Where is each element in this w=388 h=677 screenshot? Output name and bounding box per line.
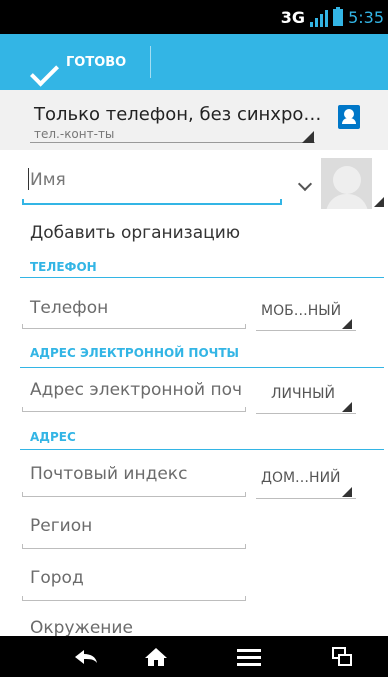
- email-input[interactable]: Адрес электронной поч: [30, 380, 242, 400]
- neighborhood-input[interactable]: Окружение: [30, 618, 133, 636]
- section-address-divider: [20, 449, 384, 450]
- name-underline: [22, 199, 282, 205]
- account-title: Только телефон, без синхро…: [34, 104, 322, 125]
- account-selector[interactable]: Только телефон, без синхро… тел.-конт-ты: [0, 90, 388, 150]
- account-subtitle: тел.-конт-ты: [34, 127, 115, 141]
- expand-name-chevron-down-icon[interactable]: [297, 176, 313, 192]
- phone-underline: [22, 324, 246, 329]
- region-input[interactable]: Регион: [30, 516, 92, 536]
- person-placeholder-icon: [333, 166, 361, 194]
- text-cursor: [28, 168, 29, 190]
- check-icon: [24, 50, 56, 74]
- back-icon: [75, 649, 97, 664]
- email-underline: [22, 407, 246, 412]
- address-type-select[interactable]: ДОМ…НИЙ: [261, 470, 341, 486]
- phone-input[interactable]: Телефон: [30, 298, 108, 318]
- done-button[interactable]: ГОТОВО: [0, 34, 152, 90]
- phone-type-underline: [256, 330, 356, 331]
- menu-icon: [237, 648, 261, 666]
- status-bar: 3G 5:35: [0, 0, 388, 34]
- spinner-corner-icon: [342, 319, 352, 329]
- contact-book-icon: [338, 105, 360, 129]
- home-button[interactable]: [126, 636, 186, 677]
- recent-apps-icon: [332, 646, 352, 666]
- action-bar: ГОТОВО: [0, 34, 388, 90]
- city-input[interactable]: Город: [30, 568, 84, 588]
- spinner-corner-icon: [342, 402, 352, 412]
- contact-photo-button[interactable]: [321, 158, 372, 209]
- add-organization-button[interactable]: Добавить организацию: [30, 223, 240, 243]
- address-type-underline: [256, 498, 356, 499]
- region-underline: [22, 544, 246, 549]
- signal-icon: [310, 9, 329, 27]
- menu-button[interactable]: [219, 636, 279, 677]
- phone-type-select[interactable]: МОБ…НЫЙ: [261, 303, 341, 319]
- back-button[interactable]: [56, 636, 116, 677]
- name-input[interactable]: Имя: [30, 170, 66, 190]
- photo-corner-icon: [374, 197, 384, 207]
- contact-editor: Только телефон, без синхро… тел.-конт-ты…: [0, 90, 388, 636]
- account-underline: [30, 142, 315, 143]
- section-email: АДРЕС ЭЛЕКТРОННОЙ ПОЧТЫ: [30, 346, 239, 360]
- navigation-bar: [0, 636, 388, 677]
- section-phone-divider: [20, 277, 384, 278]
- email-type-select[interactable]: ЛИЧНЫЙ: [271, 386, 335, 402]
- city-underline: [22, 596, 246, 601]
- home-icon: [145, 647, 167, 666]
- email-type-underline: [256, 413, 356, 414]
- section-phone: ТЕЛЕФОН: [30, 260, 97, 274]
- section-address: АДРЕС: [30, 430, 76, 444]
- postcode-input[interactable]: Почтовый индекс: [30, 464, 187, 484]
- postcode-underline: [22, 492, 246, 497]
- action-bar-divider: [150, 46, 151, 78]
- done-label: ГОТОВО: [66, 54, 127, 70]
- status-time: 5:35: [348, 8, 384, 27]
- recent-apps-button[interactable]: [312, 636, 372, 677]
- section-email-divider: [20, 367, 384, 368]
- dropdown-corner-icon: [302, 131, 314, 143]
- network-type: 3G: [280, 8, 306, 27]
- battery-icon: [333, 7, 344, 26]
- spinner-corner-icon: [342, 487, 352, 497]
